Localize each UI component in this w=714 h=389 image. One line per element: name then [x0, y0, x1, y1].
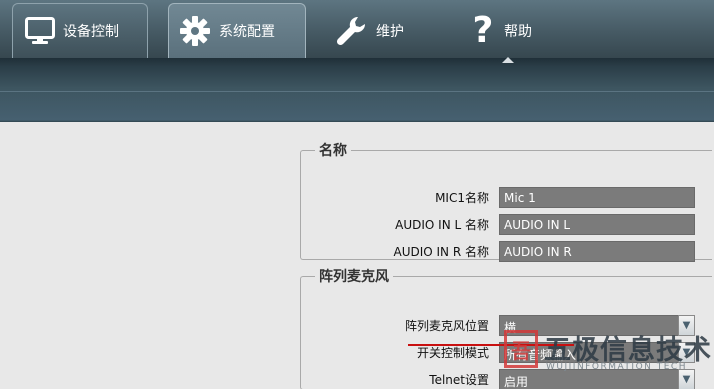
field-label: AUDIO IN R 名称	[393, 244, 489, 259]
field-label: AUDIO IN L 名称	[395, 217, 489, 232]
field-label: 阵列麦克风位置	[404, 318, 489, 333]
tab-system-config[interactable]: 系统配置	[168, 3, 306, 58]
question-icon: ?	[472, 10, 494, 51]
tab-label: 系统配置	[219, 24, 275, 40]
mic1-name-input[interactable]: Mic 1	[499, 186, 695, 208]
divider	[0, 91, 714, 92]
watermark-logo-icon: 吾	[504, 330, 538, 368]
field-label: Telnet设置	[429, 372, 489, 387]
tab-help[interactable]: ? 帮助	[470, 3, 570, 58]
array-mic-group-title: 阵列麦克风	[319, 269, 389, 285]
monitor-icon	[25, 17, 55, 45]
tab-label: 设备控制	[63, 24, 119, 40]
names-group: 名称 MIC1名称 Mic 1 AUDIO IN L 名称 AUDIO IN L…	[300, 140, 713, 262]
field-label: MIC1名称	[435, 190, 489, 205]
audio-in-l-name-input[interactable]: AUDIO IN L	[499, 213, 695, 235]
tab-device-control[interactable]: 设备控制	[12, 3, 148, 58]
sub-navigation-bar	[0, 58, 714, 122]
top-navigation: 设备控制 系统配置 维护 ? 帮助	[0, 0, 714, 58]
gear-icon	[179, 15, 211, 47]
watermark: 吾 五极信息技术 WUJIINFORMATION TECH	[504, 326, 711, 382]
audio-in-r-name-input[interactable]: AUDIO IN R	[499, 240, 695, 262]
name-row-mic1: MIC1名称 Mic 1	[301, 186, 713, 208]
tab-label: 维护	[376, 23, 404, 40]
tab-maintenance[interactable]: 维护	[334, 3, 434, 58]
wrench-icon	[334, 14, 368, 48]
watermark-subtext: WUJIINFORMATION TECH	[546, 362, 687, 372]
tab-label: 帮助	[504, 23, 532, 40]
field-label: 开关控制模式	[416, 345, 489, 360]
name-row-audio-in-l: AUDIO IN L 名称 AUDIO IN L	[301, 213, 713, 235]
names-group-title: 名称	[319, 143, 347, 159]
name-row-audio-in-r: AUDIO IN R 名称 AUDIO IN R	[301, 240, 713, 262]
active-tab-caret-icon	[502, 57, 514, 63]
